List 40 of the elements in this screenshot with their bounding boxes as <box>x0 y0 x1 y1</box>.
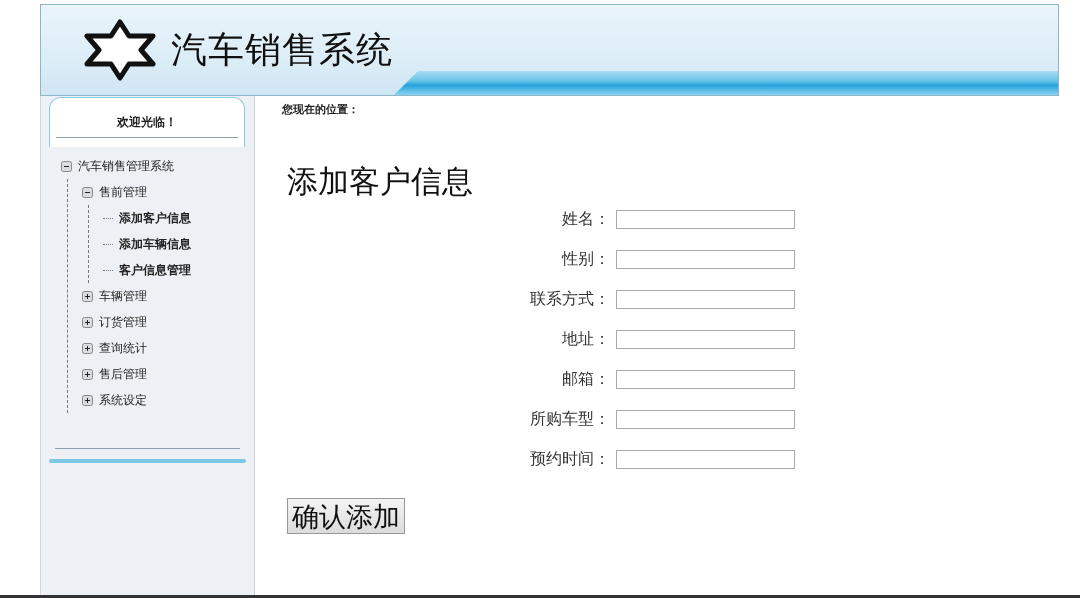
input-field[interactable] <box>616 450 795 469</box>
tree-item[interactable]: 客户信息管理 <box>119 261 191 279</box>
breadcrumb: 您现在的位置： <box>282 102 360 117</box>
input-field[interactable] <box>616 410 795 429</box>
field-label: 预约时间： <box>529 449 610 470</box>
input-field[interactable] <box>616 290 795 309</box>
star-icon <box>83 19 157 81</box>
tree-item[interactable]: 车辆管理 <box>99 287 147 305</box>
expand-icon[interactable] <box>82 290 93 302</box>
tree-item[interactable]: 订货管理 <box>99 313 147 331</box>
tree-item[interactable]: 售前管理 <box>99 183 147 201</box>
app-title: 汽车销售系统 <box>171 27 393 72</box>
field-label: 邮箱： <box>561 369 610 390</box>
field-label: 地址： <box>561 329 610 350</box>
tree-branch-line <box>103 217 113 219</box>
tree-item[interactable]: 添加客户信息 <box>119 209 191 227</box>
field-label: 姓名： <box>561 209 610 230</box>
tree-item[interactable]: 汽车销售管理系统 <box>78 157 174 175</box>
expand-icon[interactable] <box>82 342 93 354</box>
tree-item[interactable]: 售后管理 <box>99 365 147 383</box>
expand-icon[interactable] <box>82 316 93 328</box>
input-field[interactable] <box>616 330 795 349</box>
input-field[interactable] <box>616 370 795 389</box>
expand-icon[interactable] <box>82 394 93 406</box>
collapse-icon[interactable] <box>82 186 93 198</box>
collapse-icon[interactable] <box>61 160 72 172</box>
field-label: 性别： <box>560 249 610 270</box>
tree-branch-line <box>103 243 113 245</box>
tree-item[interactable]: 添加车辆信息 <box>119 235 191 253</box>
input-field[interactable] <box>616 210 795 229</box>
form-title: 添加客户信息 <box>287 162 474 201</box>
expand-icon[interactable] <box>82 368 93 380</box>
welcome-text: 欢迎光临！ <box>117 114 177 131</box>
submit-button[interactable]: 确认添加 <box>287 498 405 534</box>
input-field[interactable] <box>616 250 795 269</box>
tree-item[interactable]: 查询统计 <box>99 339 147 357</box>
tree-item[interactable]: 系统设定 <box>99 391 147 409</box>
field-label: 所购车型： <box>529 409 610 430</box>
tree-branch-line <box>103 269 113 271</box>
field-label: 联系方式： <box>529 289 610 310</box>
